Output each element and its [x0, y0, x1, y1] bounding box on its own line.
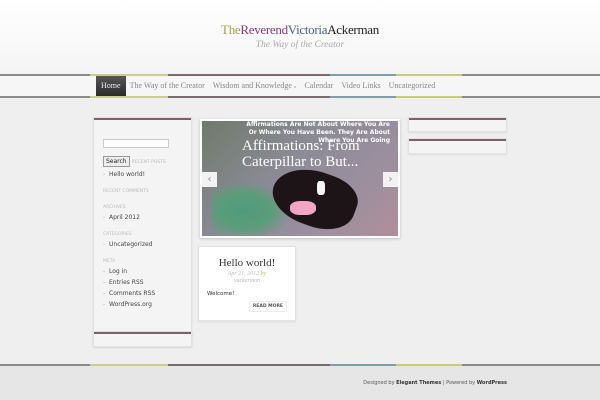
post-card: Hello world! Apr 21, 2012 by vackerman We…	[198, 246, 296, 321]
nav-label: Wisdom and Knowledge	[212, 81, 292, 90]
wordpress-link[interactable]: WordPress	[477, 380, 507, 386]
post-title[interactable]: Hello world!	[199, 257, 295, 269]
recent-post-link[interactable]: Hello world!	[103, 171, 182, 178]
header: TheReverendVictoriaAckerman The Way of t…	[0, 0, 600, 76]
nav-wisdom[interactable]: Wisdom and Knowledge »	[209, 76, 301, 96]
stripe-divider	[0, 96, 600, 98]
title-part: Victoria	[287, 22, 328, 37]
category-link[interactable]: Uncategorized	[103, 241, 182, 248]
nav-video-links[interactable]: Video Links	[337, 76, 384, 96]
title-part: Reverend	[240, 22, 288, 37]
credit-text: Designed by	[363, 380, 395, 386]
meta-login-link[interactable]: Log in	[103, 268, 182, 275]
categories-title: Categories	[103, 232, 132, 237]
slider-next-icon[interactable]: ›	[383, 172, 398, 187]
widget-top-bar	[94, 332, 191, 334]
dropdown-arrow-icon: »	[293, 85, 297, 90]
credit-separator: |	[442, 380, 445, 386]
recent-comments-title: Recent Comments	[103, 189, 149, 194]
widget-top-bar	[409, 118, 506, 120]
main-nav: Home The Way of the Creator Wisdom and K…	[0, 76, 600, 96]
sidebar-top-bar	[94, 118, 191, 120]
site-title[interactable]: TheReverendVictoriaAckerman	[0, 22, 600, 38]
meta-title: Meta	[103, 259, 116, 264]
meta-wordpress-link[interactable]: WordPress.org	[103, 301, 182, 308]
slide-title[interactable]: Affirmations: From Caterpillar to But...	[242, 138, 398, 170]
featured-slider[interactable]: Affirmations Are Not About Where You Are…	[200, 119, 400, 238]
post-author[interactable]: vackerman	[234, 278, 260, 284]
meta-entries-rss-link[interactable]: Entries RSS	[103, 279, 182, 286]
meta-comments-rss-link[interactable]: Comments RSS	[103, 290, 182, 297]
slide-image-wing-spot	[317, 181, 325, 195]
post-excerpt: Welcome!	[207, 291, 235, 297]
title-part: Ackerman	[327, 22, 379, 37]
footer-credits: Designed by Elegant Themes | Powered by …	[363, 380, 507, 386]
title-part: The	[221, 22, 241, 37]
slider-prev-icon[interactable]: ‹	[202, 172, 217, 187]
nav-home[interactable]: Home	[96, 76, 126, 96]
post-by: by	[260, 271, 267, 277]
footer: Designed by Elegant Themes | Powered by …	[0, 366, 600, 400]
nav-way-of-creator[interactable]: The Way of the Creator	[126, 76, 209, 96]
archives-title: Archives	[103, 205, 126, 210]
widget-top-bar	[409, 139, 506, 141]
elegant-themes-link[interactable]: Elegant Themes	[396, 380, 441, 386]
nav-calendar[interactable]: Calendar	[300, 76, 337, 96]
slide-image-wing-spot	[290, 201, 316, 215]
right-sidebar-widget	[408, 138, 507, 154]
recent-posts-title: Recent Posts	[131, 160, 166, 165]
sidebar-bottom-widget	[93, 331, 192, 347]
left-sidebar: SearchRecent Posts Hello world! Recent C…	[93, 117, 192, 346]
site-tagline: The Way of the Creator	[255, 40, 345, 50]
nav-uncategorized[interactable]: Uncategorized	[385, 76, 440, 96]
right-sidebar-widget	[408, 117, 507, 132]
search-input[interactable]	[103, 139, 169, 148]
search-button[interactable]: Search	[103, 156, 130, 167]
credit-text: Powered by	[446, 380, 476, 386]
read-more-button[interactable]: Read More	[248, 301, 287, 312]
post-date: Apr 21, 2012	[227, 271, 260, 277]
post-meta: Apr 21, 2012 by vackerman	[199, 271, 295, 285]
archive-link[interactable]: April 2012	[103, 214, 182, 221]
